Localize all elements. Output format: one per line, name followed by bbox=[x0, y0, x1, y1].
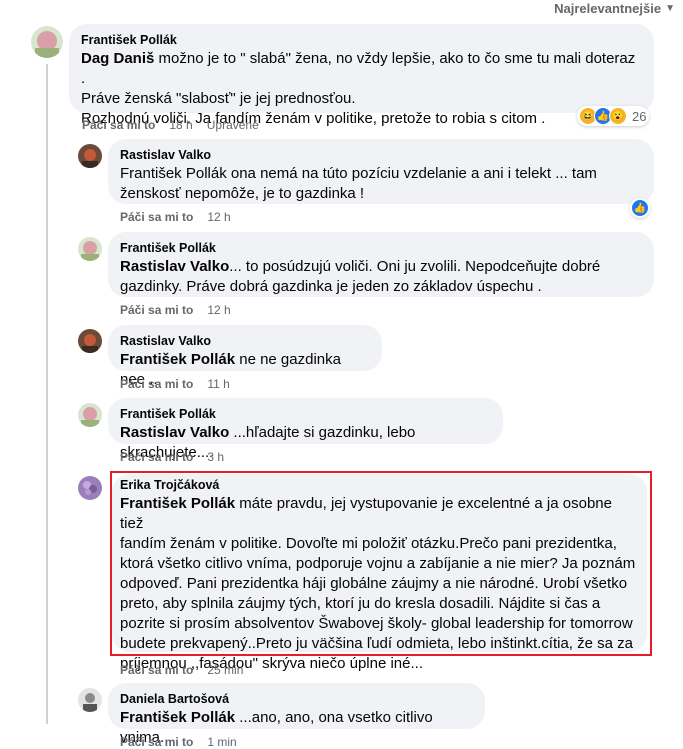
mention-link[interactable]: Rastislav Valko bbox=[120, 424, 229, 441]
mention-link[interactable]: Rastislav Valko bbox=[120, 258, 229, 275]
like-icon: 👍 bbox=[631, 199, 649, 217]
like-button[interactable]: Páči sa mi to bbox=[120, 450, 193, 464]
comment-author[interactable]: Rastislav Valko bbox=[120, 333, 370, 349]
avatar[interactable] bbox=[78, 329, 102, 353]
avatar[interactable] bbox=[78, 688, 102, 712]
comment-author[interactable]: Daniela Bartošová bbox=[120, 691, 473, 707]
like-button[interactable]: Páči sa mi to bbox=[120, 663, 193, 677]
comment-actions: Páči sa mi to 3 h bbox=[120, 450, 224, 464]
like-button[interactable]: Páči sa mi to bbox=[120, 735, 193, 749]
like-button[interactable]: Páči sa mi to bbox=[120, 210, 193, 224]
comment-actions: Páči sa mi to 25 min bbox=[120, 663, 243, 677]
edited-label: Upravené bbox=[206, 118, 259, 132]
comment-actions: Páči sa mi to 12 h bbox=[120, 303, 231, 317]
avatar[interactable] bbox=[78, 476, 102, 500]
timestamp[interactable]: 25 min bbox=[207, 663, 243, 677]
comment-bubble: František Pollák Rastislav Valko ...hľad… bbox=[108, 398, 503, 461]
sort-dropdown[interactable]: Najrelevantnejšie ▼ bbox=[554, 0, 675, 16]
comment-text: Rastislav Valko... to posúdzujú voliči. … bbox=[120, 258, 601, 295]
comment-bubble: Daniela Bartošová František Pollák ...an… bbox=[108, 683, 485, 746]
avatar[interactable] bbox=[31, 26, 63, 58]
timestamp[interactable]: 11 h bbox=[207, 377, 229, 391]
comment-text: František Pollák ona nemá na túto pozíci… bbox=[120, 165, 597, 202]
sort-label: Najrelevantnejšie bbox=[554, 0, 662, 16]
mention-link[interactable]: Dag Daniš bbox=[81, 50, 154, 67]
timestamp[interactable]: 12 h bbox=[207, 210, 230, 224]
thread-line bbox=[46, 64, 48, 724]
reaction-count: 26 bbox=[632, 108, 647, 124]
reaction-summary[interactable]: 😆 👍 😮 26 bbox=[577, 106, 650, 126]
reaction-summary[interactable]: 👍 bbox=[630, 198, 650, 218]
comment-actions: Páči sa mi to 1 min bbox=[120, 735, 237, 749]
avatar[interactable] bbox=[78, 237, 102, 261]
like-button[interactable]: Páči sa mi to bbox=[120, 303, 193, 317]
wow-icon: 😮 bbox=[609, 107, 627, 125]
like-button[interactable]: Páči sa mi to bbox=[120, 377, 193, 391]
mention-link[interactable]: František Pollák bbox=[120, 351, 235, 368]
comment-author[interactable]: František Pollák bbox=[120, 240, 642, 256]
comment-actions: Páči sa mi to 18 h Upravené bbox=[82, 118, 259, 132]
comment-bubble: Rastislav Valko František Pollák ne ne g… bbox=[108, 325, 382, 388]
timestamp[interactable]: 12 h bbox=[207, 303, 230, 317]
comment-author[interactable]: František Pollák bbox=[81, 32, 642, 48]
avatar[interactable] bbox=[78, 403, 102, 427]
comment-bubble: František Pollák Rastislav Valko... to p… bbox=[108, 232, 654, 297]
timestamp[interactable]: 18 h bbox=[169, 118, 192, 132]
timestamp[interactable]: 3 h bbox=[207, 450, 224, 464]
comment-text: Dag Daniš možno je to " slabá" žena, no … bbox=[81, 50, 636, 127]
timestamp[interactable]: 1 min bbox=[207, 735, 236, 749]
avatar[interactable] bbox=[78, 144, 102, 168]
like-button[interactable]: Páči sa mi to bbox=[82, 118, 155, 132]
comment-actions: Páči sa mi to 11 h bbox=[120, 377, 230, 391]
chevron-down-icon: ▼ bbox=[665, 2, 675, 14]
highlight-box bbox=[110, 471, 652, 656]
comment-bubble: František Pollák Dag Daniš možno je to "… bbox=[69, 24, 654, 127]
comment-author[interactable]: Rastislav Valko bbox=[120, 147, 642, 163]
comment-author[interactable]: František Pollák bbox=[120, 406, 491, 422]
comment-actions: Páči sa mi to 12 h bbox=[120, 210, 231, 224]
mention-link[interactable]: František Pollák bbox=[120, 709, 235, 726]
comment-bubble: Rastislav Valko František Pollák ona nem… bbox=[108, 139, 654, 204]
